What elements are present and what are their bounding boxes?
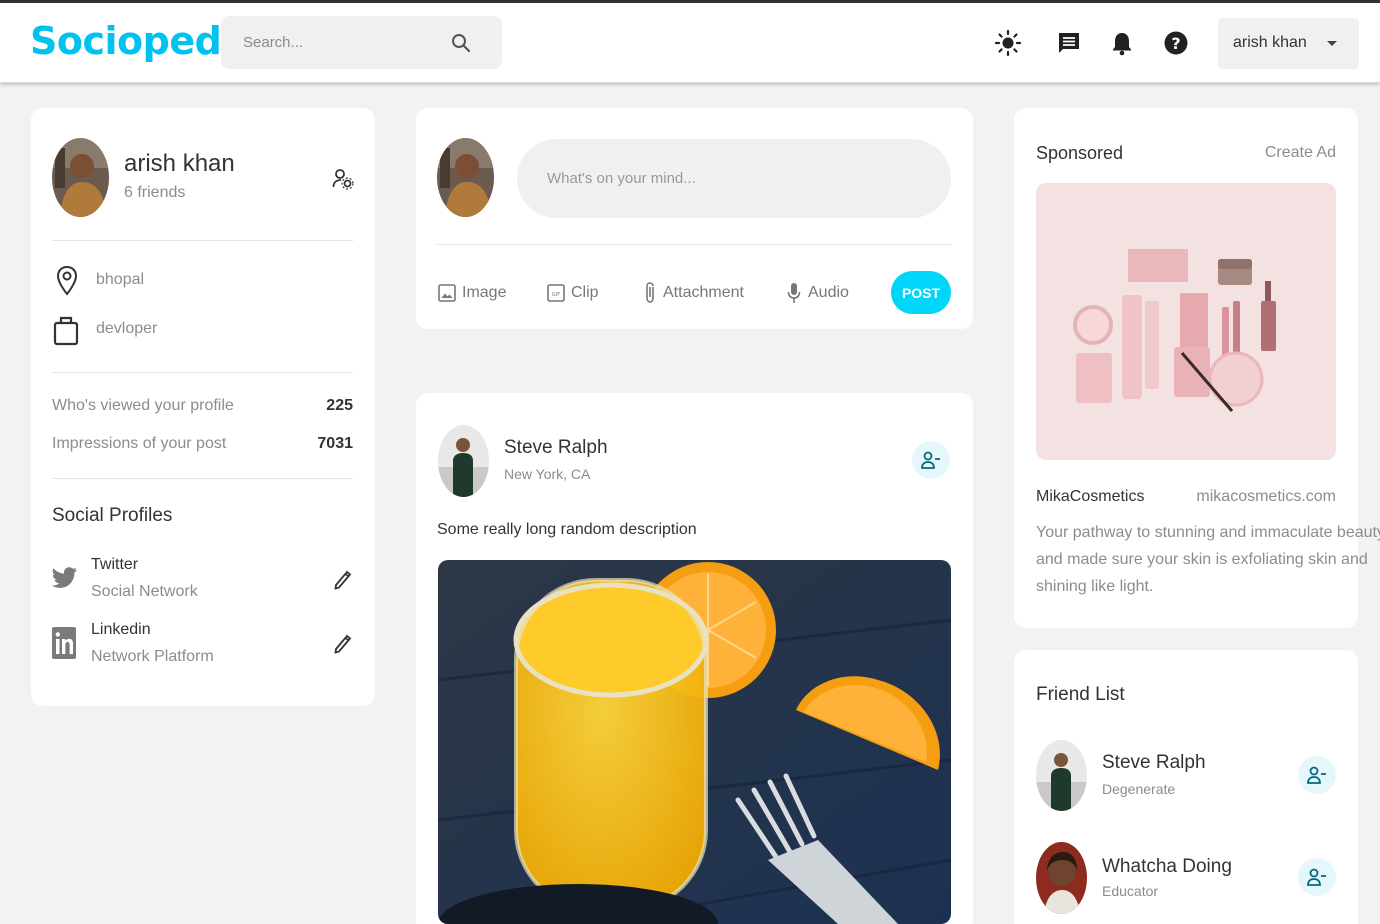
profile-divider-2 [52, 372, 353, 373]
help-icon[interactable]: ? [1161, 28, 1191, 58]
composer-option-attachment[interactable]: Attachment [643, 281, 744, 305]
sponsored-description-line-3: shining like light. [1036, 578, 1154, 595]
user-select[interactable]: arish khan [1218, 18, 1359, 69]
edit-twitter-icon[interactable] [333, 568, 353, 590]
edit-linkedin-icon[interactable] [333, 632, 353, 654]
whats-on-your-mind-input[interactable] [517, 139, 951, 218]
image-icon [438, 284, 456, 302]
user-select-value: arish khan [1233, 34, 1307, 51]
composer-divider [437, 244, 951, 245]
work-bag-icon [53, 314, 79, 346]
composer-option-clip[interactable]: GIF Clip [547, 281, 599, 305]
social-twitter-type: Social Network [91, 583, 198, 600]
sponsored-ad-image[interactable] [1036, 183, 1336, 460]
sponsored-website[interactable]: mikacosmetics.com [1196, 488, 1336, 506]
microphone-icon [786, 281, 802, 305]
stat-profile-views-value: 225 [326, 397, 353, 414]
remove-friend-button[interactable] [1298, 756, 1336, 794]
profile-name[interactable]: arish khan [124, 150, 235, 178]
friend-name[interactable]: Whatcha Doing [1102, 856, 1232, 878]
sponsored-description-line-1: Your pathway to stunning and immaculate … [1036, 524, 1380, 541]
svg-text:GIF: GIF [552, 292, 560, 298]
social-twitter-name: Twitter [91, 556, 139, 573]
social-profiles-title: Social Profiles [52, 505, 173, 526]
profile-friends-count: 6 friends [124, 184, 186, 201]
gif-icon: GIF [547, 284, 565, 302]
remove-friend-button[interactable] [1298, 858, 1336, 896]
social-linkedin-type: Network Platform [91, 648, 214, 665]
friend-avatar[interactable] [1036, 842, 1087, 914]
sponsored-brand-name: MikaCosmetics [1036, 488, 1145, 505]
location-icon [55, 265, 79, 297]
twitter-icon [52, 566, 78, 590]
profile-avatar[interactable] [52, 138, 109, 217]
friend-list-title: Friend List [1036, 684, 1125, 705]
manage-account-icon[interactable] [332, 168, 354, 190]
notification-bell-icon[interactable] [1107, 28, 1137, 58]
composer-option-audio[interactable]: Audio [786, 281, 849, 305]
person-remove-icon [1307, 868, 1327, 886]
attachment-icon [643, 281, 657, 305]
person-remove-icon [1307, 766, 1327, 784]
post-button[interactable]: POST [891, 271, 951, 314]
svg-text:?: ? [1171, 34, 1180, 53]
stat-impressions-value: 7031 [317, 435, 353, 452]
profile-location: bhopal [96, 271, 145, 288]
friend-name[interactable]: Steve Ralph [1102, 752, 1206, 774]
post-author-name[interactable]: Steve Ralph [504, 437, 608, 459]
post-image[interactable] [438, 560, 951, 924]
post-description: Some really long random description [437, 521, 697, 538]
stat-impressions-label: Impressions of your post [52, 435, 227, 452]
composer-option-image[interactable]: Image [438, 281, 506, 305]
search-input[interactable] [221, 16, 451, 69]
person-remove-icon [921, 451, 941, 469]
composer-option-clip-label: Clip [571, 284, 599, 301]
composer-option-audio-label: Audio [808, 284, 849, 301]
composer-avatar [437, 138, 494, 217]
composer-option-image-label: Image [462, 284, 507, 301]
light-mode-icon[interactable] [993, 28, 1023, 58]
post-author-location: New York, CA [504, 466, 591, 482]
search-bar [221, 16, 502, 69]
friend-avatar[interactable] [1036, 740, 1087, 811]
chevron-down-icon [1327, 41, 1337, 46]
linkedin-icon [52, 626, 76, 660]
friend-occupation: Degenerate [1102, 781, 1176, 797]
search-icon[interactable] [449, 31, 473, 55]
profile-divider-3 [52, 478, 353, 479]
navbar: Sociopedia Search... ? arish khan [0, 3, 1380, 83]
friend-occupation: Educator [1102, 883, 1159, 899]
stat-profile-views-label: Who's viewed your profile [52, 397, 234, 414]
social-linkedin-name: Linkedin [91, 621, 151, 638]
profile-divider-1 [52, 240, 353, 241]
profile-occupation: devloper [96, 320, 158, 337]
sponsored-title: Sponsored [1036, 143, 1124, 163]
post-author-avatar[interactable] [438, 425, 489, 497]
create-ad-link[interactable]: Create Ad [1265, 144, 1336, 162]
remove-friend-button[interactable] [912, 441, 950, 479]
message-icon[interactable] [1054, 28, 1084, 58]
composer-option-attachment-label: Attachment [663, 284, 744, 301]
sponsored-description-line-2: and made sure your skin is exfoliating s… [1036, 551, 1368, 568]
